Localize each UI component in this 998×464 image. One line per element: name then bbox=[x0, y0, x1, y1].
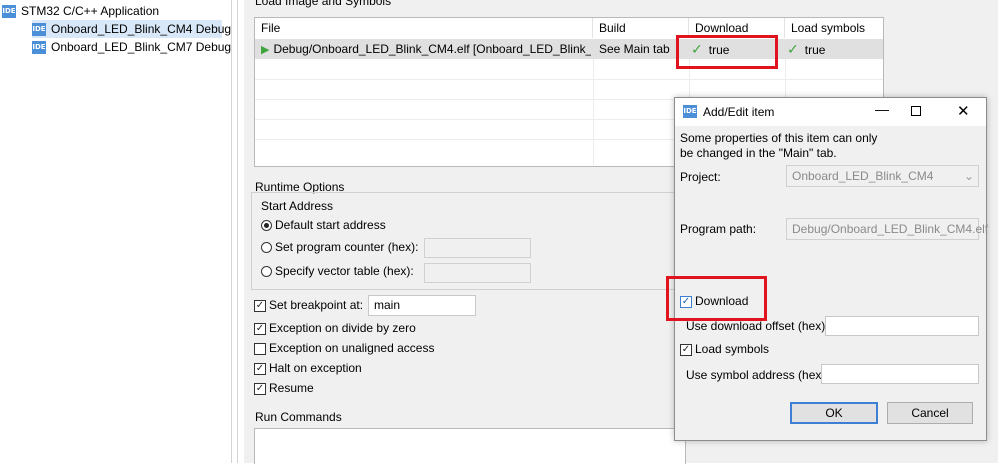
radio-icon bbox=[261, 242, 272, 254]
load-symbols-label: Load symbols bbox=[695, 342, 770, 356]
check-icon: ✓ bbox=[787, 41, 799, 57]
project-select[interactable]: Onboard_LED_Blink_CM4 ⌄ bbox=[786, 165, 979, 187]
highlight-box-download-cell bbox=[676, 35, 778, 69]
checkbox-icon bbox=[254, 342, 266, 355]
radio-vector-table[interactable]: Specify vector table (hex): bbox=[261, 262, 414, 280]
exception-divide-label: Exception on divide by zero bbox=[269, 321, 416, 335]
tree-item-cm7-debug[interactable]: IDE Onboard_LED_Blink_CM7 Debug bbox=[32, 38, 231, 56]
close-icon[interactable]: ✕ bbox=[957, 102, 970, 120]
symbol-address-label: Use symbol address (hex) bbox=[686, 368, 826, 382]
start-address-title: Start Address bbox=[261, 199, 334, 213]
exception-divide-checkbox[interactable]: ✓ Exception on divide by zero bbox=[254, 319, 416, 337]
breakpoint-input[interactable]: main bbox=[368, 295, 476, 316]
checkbox-checked-icon: ✓ bbox=[254, 322, 266, 335]
cell-load-symbols: ✓ true bbox=[787, 39, 881, 59]
program-counter-input[interactable] bbox=[424, 238, 531, 258]
dialog-title: Add/Edit item bbox=[703, 105, 775, 119]
add-edit-item-dialog: IDE Add/Edit item — ✕ Some properties of… bbox=[674, 97, 988, 441]
chevron-down-icon: ⌄ bbox=[963, 169, 974, 183]
checkbox-checked-icon: ✓ bbox=[680, 343, 692, 356]
tree-item-cm4-debug[interactable]: IDE Onboard_LED_Blink_CM4 Debug bbox=[32, 20, 231, 38]
symbol-address-input[interactable] bbox=[821, 364, 979, 384]
radio-default-label: Default start address bbox=[275, 218, 386, 232]
highlight-box-download-checkbox bbox=[666, 276, 767, 321]
ide-icon: IDE bbox=[683, 105, 697, 118]
set-breakpoint-label: Set breakpoint at: bbox=[269, 298, 364, 312]
dialog-titlebar: IDE Add/Edit item — ✕ bbox=[675, 98, 986, 126]
tree-root-label: STM32 C/C++ Application bbox=[21, 4, 160, 18]
run-commands-title: Run Commands bbox=[255, 410, 342, 424]
ok-button[interactable]: OK bbox=[790, 402, 878, 424]
exception-unaligned-label: Exception on unaligned access bbox=[269, 341, 435, 355]
halt-on-exception-checkbox[interactable]: ✓ Halt on exception bbox=[254, 359, 362, 377]
radio-default-start[interactable]: Default start address bbox=[261, 216, 386, 234]
tree-item-label: Onboard_LED_Blink_CM4 Debug bbox=[51, 22, 232, 36]
download-offset-input[interactable] bbox=[825, 316, 979, 336]
exception-unaligned-checkbox[interactable]: Exception on unaligned access bbox=[254, 339, 434, 357]
cancel-button[interactable]: Cancel bbox=[887, 402, 973, 424]
radio-pc-label: Set program counter (hex): bbox=[275, 240, 419, 254]
column-header-file[interactable]: File bbox=[255, 18, 593, 38]
project-label: Project: bbox=[680, 170, 721, 184]
play-icon: ▶ bbox=[261, 44, 270, 56]
divider bbox=[231, 0, 232, 463]
load-symbols-checkbox[interactable]: ✓ Load symbols bbox=[680, 340, 769, 358]
dialog-note-line2: be changed in the "Main" tab. bbox=[680, 146, 837, 160]
maximize-icon[interactable] bbox=[911, 106, 921, 116]
run-commands-textarea[interactable] bbox=[254, 428, 686, 464]
radio-selected-icon bbox=[261, 220, 272, 232]
grid-line bbox=[255, 79, 883, 80]
resume-label: Resume bbox=[269, 381, 314, 395]
grid-line bbox=[593, 59, 594, 165]
column-header-build[interactable]: Build bbox=[593, 18, 689, 38]
radio-program-counter[interactable]: Set program counter (hex): bbox=[261, 238, 418, 256]
checkbox-checked-icon: ✓ bbox=[254, 362, 266, 375]
dialog-note-line1: Some properties of this item can only bbox=[680, 131, 878, 145]
cell-file: ▶ Debug/Onboard_LED_Blink_CM4.elf [Onboar… bbox=[261, 39, 591, 59]
column-header-load-symbols[interactable]: Load symbols bbox=[785, 18, 883, 38]
minimize-icon[interactable]: — bbox=[875, 101, 889, 117]
checkbox-checked-icon: ✓ bbox=[254, 299, 266, 312]
tree-root[interactable]: IDE STM32 C/C++ Application bbox=[2, 2, 159, 20]
halt-label: Halt on exception bbox=[269, 361, 362, 375]
load-group-title: Load Image and Symbols bbox=[255, 0, 392, 8]
set-breakpoint-checkbox[interactable]: ✓ Set breakpoint at: bbox=[254, 296, 363, 314]
launch-config-tree: IDE STM32 C/C++ Application IDE Onboard_LE… bbox=[0, 0, 231, 463]
ide-icon: IDE bbox=[32, 23, 46, 37]
program-path-label: Program path: bbox=[680, 222, 757, 236]
program-path-field[interactable]: Debug/Onboard_LED_Blink_CM4.elf bbox=[786, 218, 988, 240]
cell-load-symbols-text: true bbox=[804, 43, 826, 57]
vector-table-input[interactable] bbox=[424, 263, 531, 283]
divider bbox=[237, 0, 238, 463]
ide-icon: IDE bbox=[2, 5, 16, 19]
cell-file-text: Debug/Onboard_LED_Blink_CM4.elf [Onboard… bbox=[273, 42, 591, 56]
table-row[interactable]: ▶ Debug/Onboard_LED_Blink_CM4.elf [Onboar… bbox=[255, 39, 883, 59]
ide-icon: IDE bbox=[32, 41, 46, 55]
radio-icon bbox=[261, 266, 272, 278]
checkbox-checked-icon: ✓ bbox=[254, 382, 266, 395]
tree-item-label: Onboard_LED_Blink_CM7 Debug bbox=[51, 40, 232, 54]
resume-checkbox[interactable]: ✓ Resume bbox=[254, 379, 314, 397]
radio-vector-label: Specify vector table (hex): bbox=[275, 264, 414, 278]
project-value: Onboard_LED_Blink_CM4 bbox=[792, 169, 934, 183]
